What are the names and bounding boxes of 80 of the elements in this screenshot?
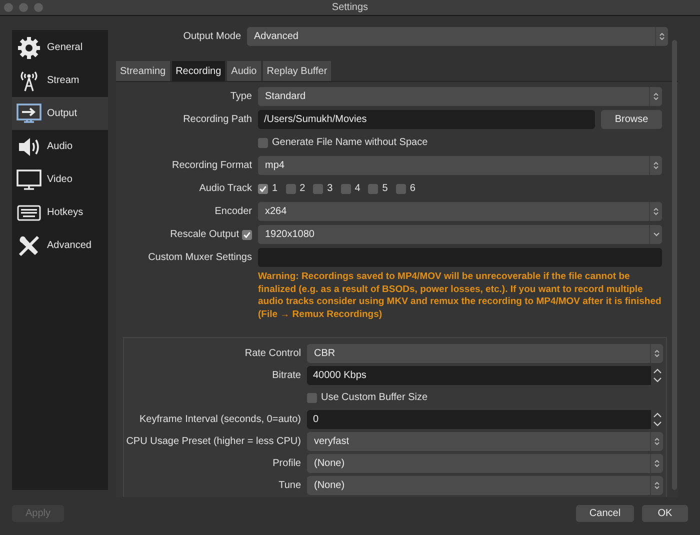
spin-arrows-icon[interactable] [651,366,663,385]
checkbox-label: Generate File Name without Space [272,136,428,150]
dialog-button[interactable]: OK [642,505,688,522]
path-field[interactable]: /Users/Sumukh/Movies [258,110,595,129]
checkbox-label: 4 [354,182,360,196]
tab[interactable]: Audio [227,61,261,81]
updown-arrows-icon [653,207,659,216]
field-label: Recording Path [183,113,252,127]
spin-field[interactable]: 0 [307,410,663,429]
field-label: Encoder [214,205,252,219]
dropdown-select[interactable]: Standard [258,87,662,106]
window-zoom-button[interactable] [34,3,43,12]
checkbox-label: 6 [410,182,416,196]
sidebar-item[interactable]: Audio [12,130,108,163]
checkbox-label: 5 [382,182,388,196]
dialog-button[interactable]: Cancel [576,505,634,522]
warning-text: Warning: Recordings saved to MP4/MOV will be unrecoverable if the file cannot be finalized (e.g. as a result of BSODs, power losses, etc.). If you want to record multiple audio tracks consider using MKV and remux the recording to MP4/MOV after it is finished (File → Remux Recordings) [258,271,662,321]
window-minimize-button[interactable] [19,3,28,12]
spin-field[interactable]: 40000 Kbps [307,366,663,385]
monitor-arrow-icon [16,102,42,124]
sidebar-item[interactable]: Stream [12,64,108,97]
sidebar-item[interactable]: Video [12,163,108,196]
sidebar-item[interactable]: Output [12,97,108,130]
sidebar-item[interactable]: Hotkeys [12,196,108,229]
speaker-icon [16,136,42,158]
field-label: Bitrate [272,369,301,383]
gear-icon [16,36,42,60]
dropdown-select[interactable]: (None) [307,476,663,495]
checkbox[interactable] [340,184,351,194]
window-close-button[interactable] [4,3,13,12]
dropdown-select[interactable]: veryfast [307,432,663,451]
tab[interactable]: Replay Buffer [262,61,332,81]
field-label: Keyframe Interval (seconds, 0=auto) [140,413,301,427]
checkbox[interactable] [313,184,324,194]
checkbox[interactable] [286,184,296,194]
sidebar-item[interactable]: General [12,31,108,64]
updown-arrows-icon [654,437,660,446]
dropdown-select[interactable]: (None) [307,454,663,473]
field-label: CPU Usage Preset (higher = less CPU) [126,435,301,449]
wrench-screwdriver-icon [16,234,42,258]
updown-arrows-icon [654,481,660,490]
checkbox-label: 1 [272,182,278,196]
updown-arrows-icon [659,32,665,41]
sidebar-item[interactable]: Advanced [12,229,108,262]
dropdown-select[interactable]: CBR [307,344,663,363]
field-label: Output Mode [183,31,241,42]
spin-arrows-icon[interactable] [651,410,663,429]
tab[interactable]: Recording [172,61,226,81]
updown-arrows-icon [654,459,660,468]
window-title: Settings [332,1,368,15]
checkbox[interactable] [258,184,268,194]
dropdown-select[interactable]: x264 [258,202,662,221]
combo-field[interactable]: 1920x1080 [258,225,662,244]
keyboard-icon [16,204,42,220]
field-label: Rate Control [244,347,301,361]
field-label: Tune [278,479,301,493]
monitor-icon [16,168,42,190]
field-label: Recording Format [172,159,252,173]
field-label: Profile [272,457,301,471]
tab[interactable]: Streaming [116,61,170,81]
checkbox[interactable] [258,138,268,148]
field-label: Rescale Output [170,228,239,242]
field-label: Type [230,90,252,104]
chevron-down-icon [652,232,660,237]
output-mode-select[interactable]: Advanced [247,27,668,46]
checkbox[interactable] [307,392,317,402]
updown-arrows-icon [653,161,659,170]
checkbox-label: Use Custom Buffer Size [321,391,428,405]
field-label: Audio Track [199,182,252,196]
updown-arrows-icon [654,349,660,358]
checkbox-label: 3 [327,182,333,196]
scrollbar[interactable] [672,40,677,490]
browse-button[interactable]: Browse [601,110,662,129]
field-label: Custom Muxer Settings [148,251,252,265]
checkbox[interactable] [396,184,406,194]
checkbox[interactable] [242,230,252,240]
updown-arrows-icon [653,92,659,101]
checkbox[interactable] [368,184,378,194]
checkbox-label: 2 [300,182,306,196]
dropdown-select[interactable]: mp4 [258,156,662,175]
